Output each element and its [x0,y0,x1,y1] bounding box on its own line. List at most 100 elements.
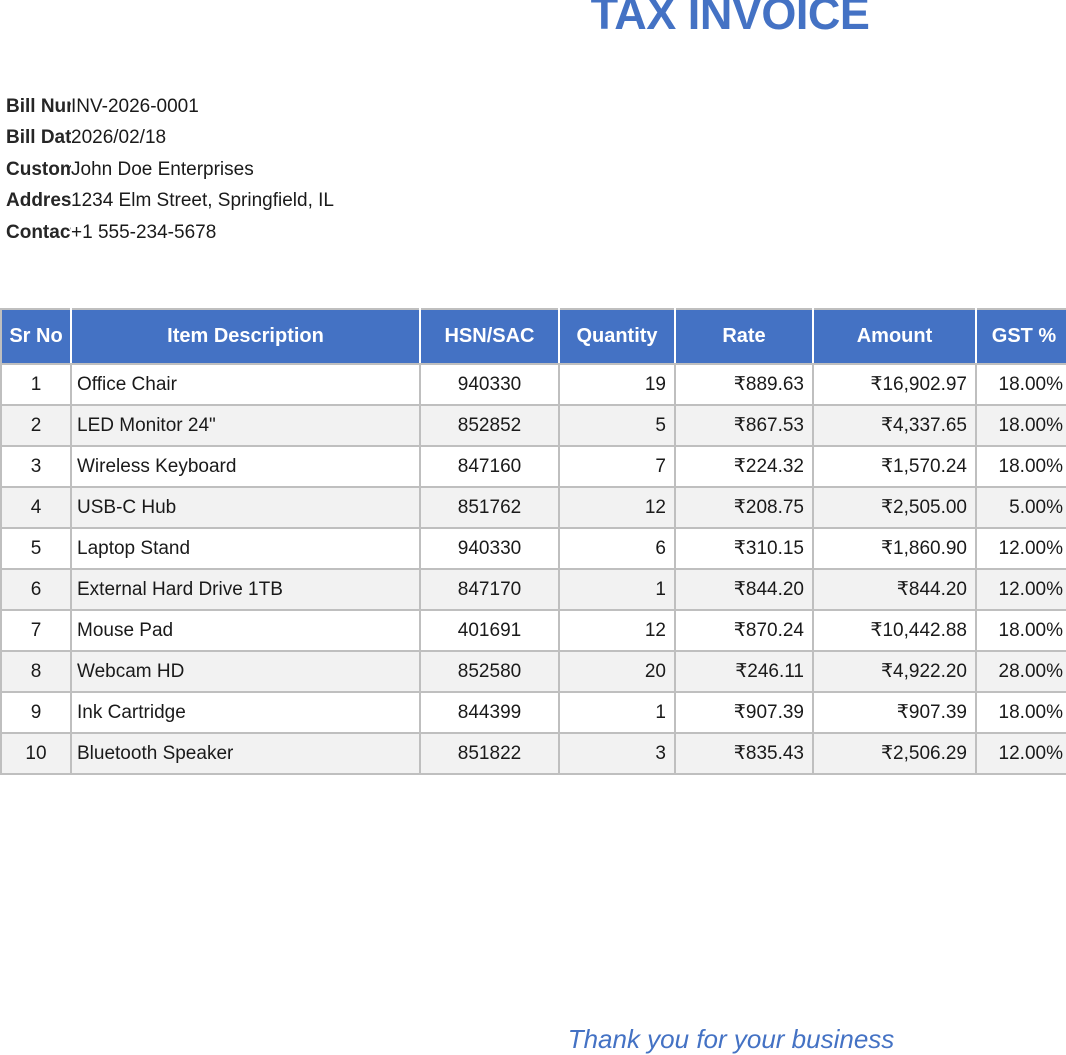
customer-label: Customer [6,154,71,185]
cell-gst: 12.00% [976,569,1066,610]
contact-row: Contact+1 555-234-5678 [6,217,334,248]
cell-hsn-sac: 847160 [420,446,559,487]
cell-item-description: Webcam HD [71,651,420,692]
cell-amount: ₹907.39 [813,692,976,733]
cell-item-description: Mouse Pad [71,610,420,651]
cell-sr-no: 3 [1,446,71,487]
cell-amount: ₹1,860.90 [813,528,976,569]
cell-amount: ₹2,506.29 [813,733,976,774]
customer-row: CustomerJohn Doe Enterprises [6,154,334,185]
bill-number-row: Bill NumberINV-2026-0001 [6,91,334,122]
cell-gst: 18.00% [976,446,1066,487]
table-row: 9 Ink Cartridge 844399 1 ₹907.39 ₹907.39… [1,692,1066,733]
cell-hsn-sac: 940330 [420,364,559,405]
header-hsn-sac: HSN/SAC [420,309,559,364]
header-sr-no: Sr No [1,309,71,364]
header-rate: Rate [675,309,813,364]
cell-sr-no: 5 [1,528,71,569]
cell-hsn-sac: 401691 [420,610,559,651]
cell-quantity: 1 [559,692,675,733]
cell-quantity: 1 [559,569,675,610]
cell-gst: 5.00% [976,487,1066,528]
address-value: 1234 Elm Street, Springfield, IL [71,185,334,216]
cell-sr-no: 2 [1,405,71,446]
table-row: 5 Laptop Stand 940330 6 ₹310.15 ₹1,860.9… [1,528,1066,569]
cell-gst: 12.00% [976,733,1066,774]
contact-value: +1 555-234-5678 [71,217,216,248]
cell-sr-no: 10 [1,733,71,774]
items-table-body: 1 Office Chair 940330 19 ₹889.63 ₹16,902… [1,364,1066,774]
page-title: TAX INVOICE [591,0,870,38]
contact-label: Contact [6,217,71,248]
cell-rate: ₹844.20 [675,569,813,610]
cell-hsn-sac: 847170 [420,569,559,610]
bill-date-label: Bill Date [6,122,71,153]
table-row: 3 Wireless Keyboard 847160 7 ₹224.32 ₹1,… [1,446,1066,487]
items-table-header: Sr No Item Description HSN/SAC Quantity … [1,309,1066,364]
cell-rate: ₹224.32 [675,446,813,487]
cell-sr-no: 4 [1,487,71,528]
cell-rate: ₹889.63 [675,364,813,405]
cell-item-description: Laptop Stand [71,528,420,569]
cell-gst: 12.00% [976,528,1066,569]
cell-amount: ₹4,922.20 [813,651,976,692]
table-row: 2 LED Monitor 24" 852852 5 ₹867.53 ₹4,33… [1,405,1066,446]
table-row: 10 Bluetooth Speaker 851822 3 ₹835.43 ₹2… [1,733,1066,774]
header-quantity: Quantity [559,309,675,364]
cell-amount: ₹10,442.88 [813,610,976,651]
cell-sr-no: 1 [1,364,71,405]
cell-quantity: 5 [559,405,675,446]
cell-quantity: 12 [559,487,675,528]
thank-you-note: Thank you for your business [568,1024,895,1055]
cell-sr-no: 8 [1,651,71,692]
bill-number-label: Bill Number [6,91,71,122]
cell-quantity: 19 [559,364,675,405]
cell-hsn-sac: 844399 [420,692,559,733]
header-item-description: Item Description [71,309,420,364]
header-gst: GST % [976,309,1066,364]
cell-quantity: 12 [559,610,675,651]
customer-value: John Doe Enterprises [71,154,254,185]
cell-item-description: USB-C Hub [71,487,420,528]
cell-amount: ₹844.20 [813,569,976,610]
cell-item-description: LED Monitor 24" [71,405,420,446]
cell-sr-no: 9 [1,692,71,733]
cell-hsn-sac: 852580 [420,651,559,692]
cell-gst: 18.00% [976,610,1066,651]
cell-rate: ₹310.15 [675,528,813,569]
cell-quantity: 20 [559,651,675,692]
cell-amount: ₹4,337.65 [813,405,976,446]
cell-amount: ₹2,505.00 [813,487,976,528]
cell-gst: 18.00% [976,692,1066,733]
cell-rate: ₹246.11 [675,651,813,692]
items-table: Sr No Item Description HSN/SAC Quantity … [0,308,1066,775]
cell-hsn-sac: 851762 [420,487,559,528]
cell-hsn-sac: 851822 [420,733,559,774]
cell-sr-no: 7 [1,610,71,651]
cell-rate: ₹870.24 [675,610,813,651]
cell-hsn-sac: 852852 [420,405,559,446]
cell-rate: ₹867.53 [675,405,813,446]
cell-sr-no: 6 [1,569,71,610]
bill-date-row: Bill Date2026/02/18 [6,122,334,153]
cell-gst: 18.00% [976,405,1066,446]
cell-rate: ₹208.75 [675,487,813,528]
bill-info-block: Bill NumberINV-2026-0001 Bill Date2026/0… [6,91,334,248]
cell-gst: 18.00% [976,364,1066,405]
cell-rate: ₹835.43 [675,733,813,774]
cell-item-description: Wireless Keyboard [71,446,420,487]
cell-amount: ₹16,902.97 [813,364,976,405]
cell-quantity: 6 [559,528,675,569]
cell-gst: 28.00% [976,651,1066,692]
table-row: 7 Mouse Pad 401691 12 ₹870.24 ₹10,442.88… [1,610,1066,651]
address-label: Address [6,185,71,216]
table-row: 1 Office Chair 940330 19 ₹889.63 ₹16,902… [1,364,1066,405]
cell-hsn-sac: 940330 [420,528,559,569]
cell-quantity: 7 [559,446,675,487]
cell-item-description: Bluetooth Speaker [71,733,420,774]
table-row: 6 External Hard Drive 1TB 847170 1 ₹844.… [1,569,1066,610]
cell-item-description: External Hard Drive 1TB [71,569,420,610]
cell-item-description: Office Chair [71,364,420,405]
table-row: 8 Webcam HD 852580 20 ₹246.11 ₹4,922.20 … [1,651,1066,692]
cell-rate: ₹907.39 [675,692,813,733]
